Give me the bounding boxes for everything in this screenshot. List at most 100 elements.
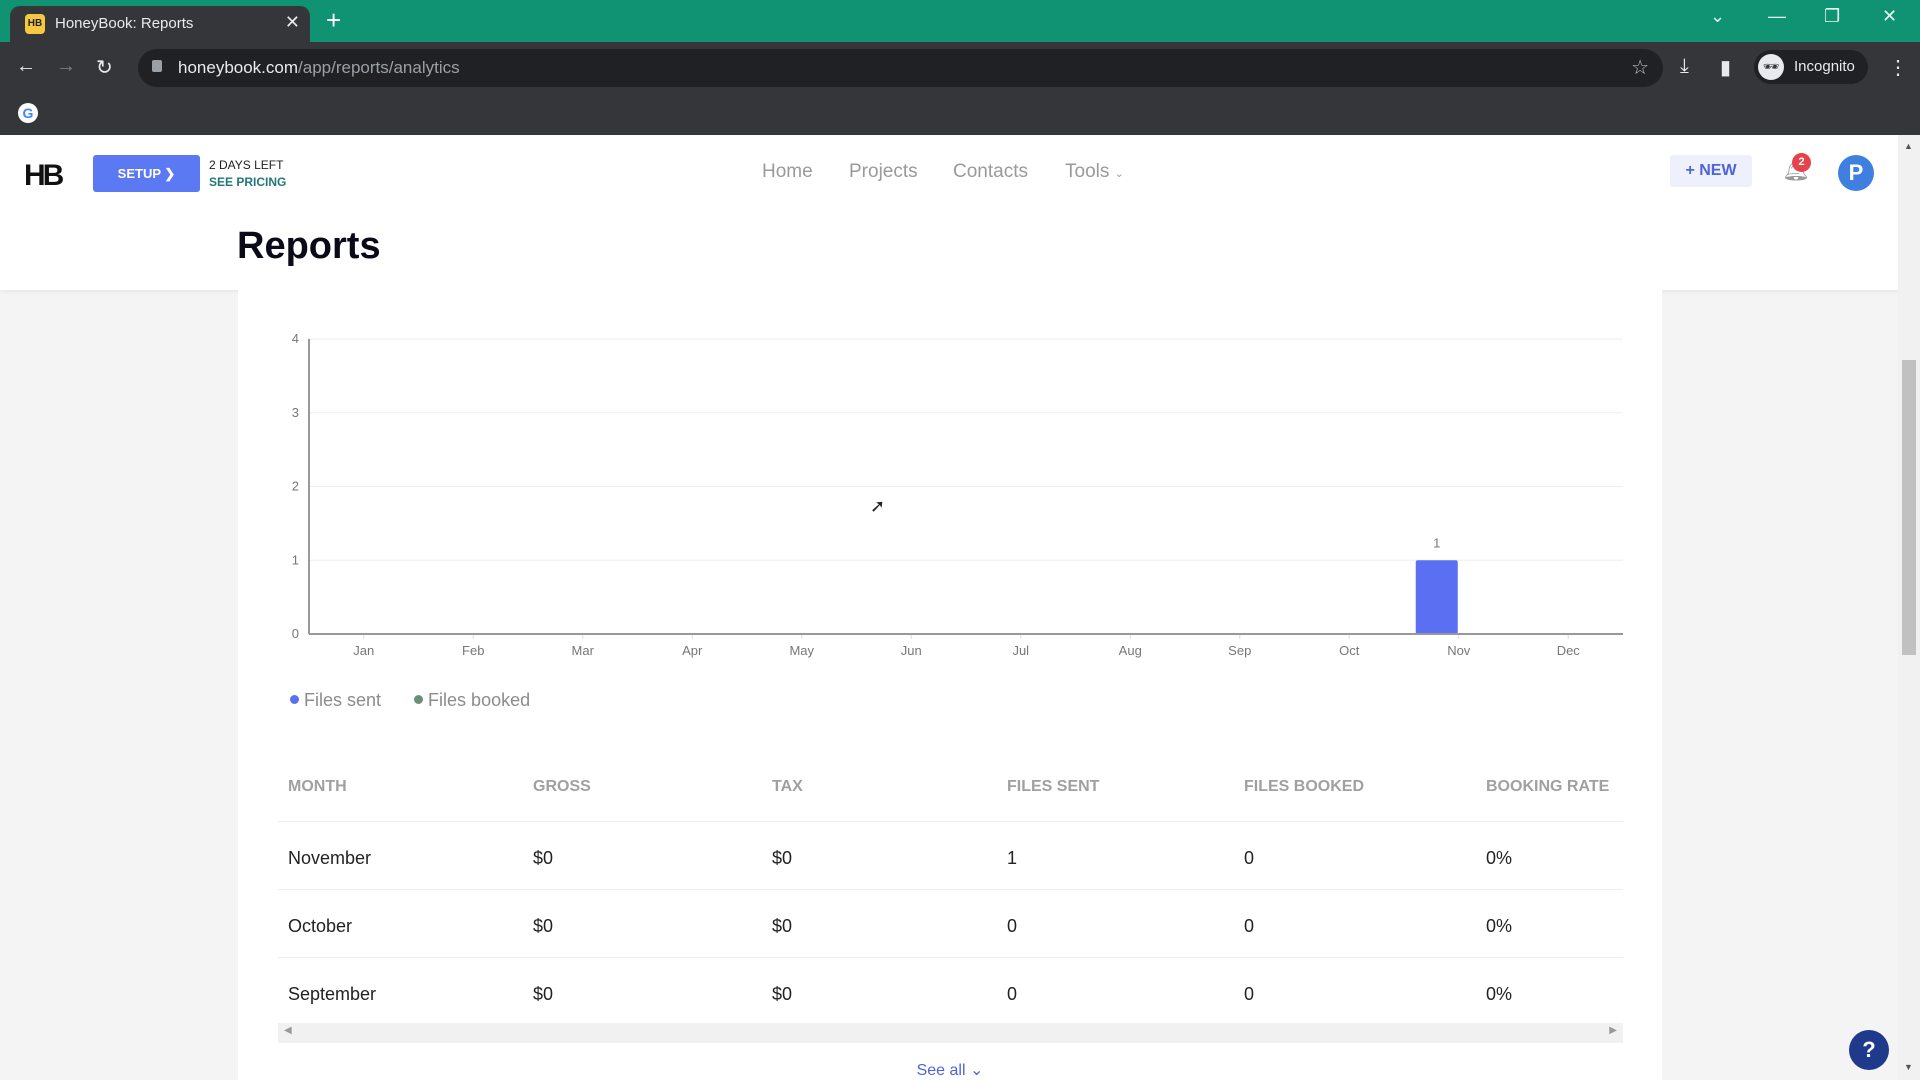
nav-contacts[interactable]: Contacts [953, 161, 1028, 183]
url-path: /app/reports/analytics [298, 58, 460, 77]
chevron-right-icon: ❯ [164, 166, 176, 181]
browser-menu-icon[interactable]: ⋮ [1888, 55, 1908, 80]
cell-gross: $0 [533, 916, 554, 936]
bar-files-sent [1415, 560, 1458, 634]
reload-icon[interactable]: ↻ [96, 55, 113, 80]
page-vertical-scrollbar[interactable]: ▲ ▼ [1898, 135, 1920, 1080]
see-pricing-link[interactable]: SEE PRICING [209, 175, 286, 189]
nav-projects[interactable]: Projects [849, 161, 918, 183]
reports-card: 0 1 2 3 4 Jan Feb Mar Apr May Jun Jul Aug Sep Oct Nov D… [238, 290, 1662, 1080]
x-tick-label: Oct [1339, 643, 1360, 658]
nav-tools[interactable]: Tools ⌄ [1065, 161, 1124, 183]
cell-month: October [288, 916, 353, 936]
table-row: October $0 $0 0 0 0% [278, 890, 1623, 958]
column-header-gross[interactable]: GROSS [533, 778, 591, 796]
setup-label: SETUP [117, 166, 161, 181]
see-all-link[interactable]: See all ⌄ [238, 1060, 1662, 1080]
legend-files-sent[interactable]: Files sent [290, 690, 381, 711]
cell-booking-rate: 0% [1486, 916, 1513, 936]
y-tick-label: 1 [292, 552, 299, 567]
cell-gross: $0 [533, 848, 554, 868]
bookmark-star-icon[interactable]: ☆ [1631, 55, 1649, 80]
nav-home[interactable]: Home [762, 161, 813, 183]
google-bookmark-icon[interactable]: G [18, 103, 38, 123]
scroll-right-icon[interactable]: ▶ [1609, 1025, 1617, 1036]
x-tick-label: Jan [353, 643, 374, 658]
scroll-up-icon[interactable]: ▲ [1904, 141, 1913, 151]
new-button-label: NEW [1699, 162, 1737, 179]
cell-tax: $0 [772, 848, 793, 868]
url-text[interactable]: honeybook.com/app/reports/analytics [178, 58, 460, 78]
x-tick-label: Jun [901, 643, 922, 658]
y-tick-label: 0 [292, 626, 299, 641]
files-chart: 0 1 2 3 4 Jan Feb Mar Apr May Jun Jul Aug Sep Oct Nov D… [292, 331, 1623, 658]
y-tick-label: 3 [292, 405, 299, 420]
bar-data-label: 1 [1433, 535, 1440, 550]
cell-files-sent: 1 [1007, 848, 1018, 868]
side-panel-icon[interactable]: ▮ [1720, 55, 1731, 80]
column-header-tax[interactable]: TAX [772, 778, 803, 796]
browser-tab[interactable]: HB HoneyBook: Reports ✕ [10, 6, 310, 42]
chart-legend: Files sent Files booked [290, 690, 558, 711]
cell-booking-rate: 0% [1486, 984, 1513, 1004]
bookmarks-bar: G [0, 95, 1920, 135]
download-icon[interactable]: ⤓ [1680, 55, 1689, 78]
tab-search-icon[interactable]: ⌄ [1710, 6, 1725, 27]
incognito-icon: 🕶 [1758, 54, 1784, 80]
back-icon[interactable]: ← [16, 55, 36, 78]
honeybook-logo[interactable]: HB [24, 159, 64, 193]
address-bar[interactable]: honeybook.com/app/reports/analytics ☆ [138, 49, 1663, 87]
new-button[interactable]: + NEW [1670, 155, 1752, 187]
table-row: September $0 $0 0 0 0% [278, 958, 1623, 1026]
x-tick-label: May [789, 643, 814, 658]
x-tick-label: Aug [1119, 643, 1142, 658]
cell-files-booked: 0 [1244, 984, 1255, 1004]
cell-files-booked: 0 [1244, 916, 1255, 936]
scroll-down-icon[interactable]: ▼ [1904, 1062, 1913, 1072]
table-header-row: MONTH GROSS TAX FILES SENT FILES BOOKED … [278, 750, 1623, 822]
x-tick-label: Dec [1557, 643, 1581, 658]
column-header-month[interactable]: MONTH [288, 778, 347, 796]
legend-dot-files-booked [414, 695, 424, 704]
column-header-files-booked[interactable]: FILES BOOKED [1244, 778, 1364, 796]
trial-days-left: 2 DAYS LEFT [209, 158, 284, 172]
chevron-down-icon: ⌄ [1114, 168, 1124, 180]
x-tick-label: Mar [572, 643, 595, 658]
tab-title: HoneyBook: Reports [55, 15, 194, 32]
cell-month: September [288, 984, 377, 1004]
column-header-booking-rate[interactable]: BOOKING RATE [1486, 778, 1609, 796]
cell-booking-rate: 0% [1486, 848, 1513, 868]
notification-count-badge: 2 [1792, 153, 1811, 172]
page-title: Reports [237, 225, 381, 267]
minimize-icon[interactable]: — [1768, 6, 1786, 27]
table-horizontal-scrollbar[interactable]: ◀ ▶ [278, 1023, 1623, 1043]
restore-icon[interactable]: ❐ [1824, 6, 1840, 27]
address-bar-row: ← → ↻ honeybook.com/app/reports/analytic… [0, 42, 1920, 95]
x-tick-label: Nov [1447, 643, 1471, 658]
scroll-left-icon[interactable]: ◀ [284, 1025, 292, 1036]
x-tick-label: Feb [462, 643, 484, 658]
user-avatar[interactable]: P [1838, 155, 1874, 191]
scrollbar-thumb[interactable] [1902, 360, 1916, 655]
x-tick-label: Jul [1012, 643, 1029, 658]
app-header: HB SETUP ❯ 2 DAYS LEFT SEE PRICING Home … [0, 135, 1898, 290]
close-window-icon[interactable]: ✕ [1882, 6, 1897, 27]
new-tab-button[interactable]: + [326, 6, 341, 34]
y-tick-label: 2 [292, 479, 299, 494]
cell-tax: $0 [772, 916, 793, 936]
cell-files-sent: 0 [1007, 916, 1018, 936]
browser-tab-bar: HB HoneyBook: Reports ✕ + ⌄ — ❐ ✕ [0, 0, 1920, 42]
setup-button[interactable]: SETUP ❯ [93, 155, 200, 192]
legend-label: Files sent [304, 690, 382, 710]
cell-month: November [288, 848, 372, 868]
incognito-profile-button[interactable]: 🕶 Incognito [1754, 50, 1868, 84]
column-header-files-sent[interactable]: FILES SENT [1007, 778, 1099, 796]
forward-icon[interactable]: → [56, 55, 76, 78]
cell-files-sent: 0 [1007, 984, 1018, 1004]
legend-label: Files booked [428, 690, 531, 710]
nav-tools-label: Tools [1065, 161, 1110, 182]
help-button[interactable]: ? [1849, 1030, 1889, 1070]
chevron-down-icon: ⌄ [969, 1062, 984, 1079]
legend-files-booked[interactable]: Files booked [414, 690, 530, 711]
close-tab-icon[interactable]: ✕ [285, 12, 300, 33]
